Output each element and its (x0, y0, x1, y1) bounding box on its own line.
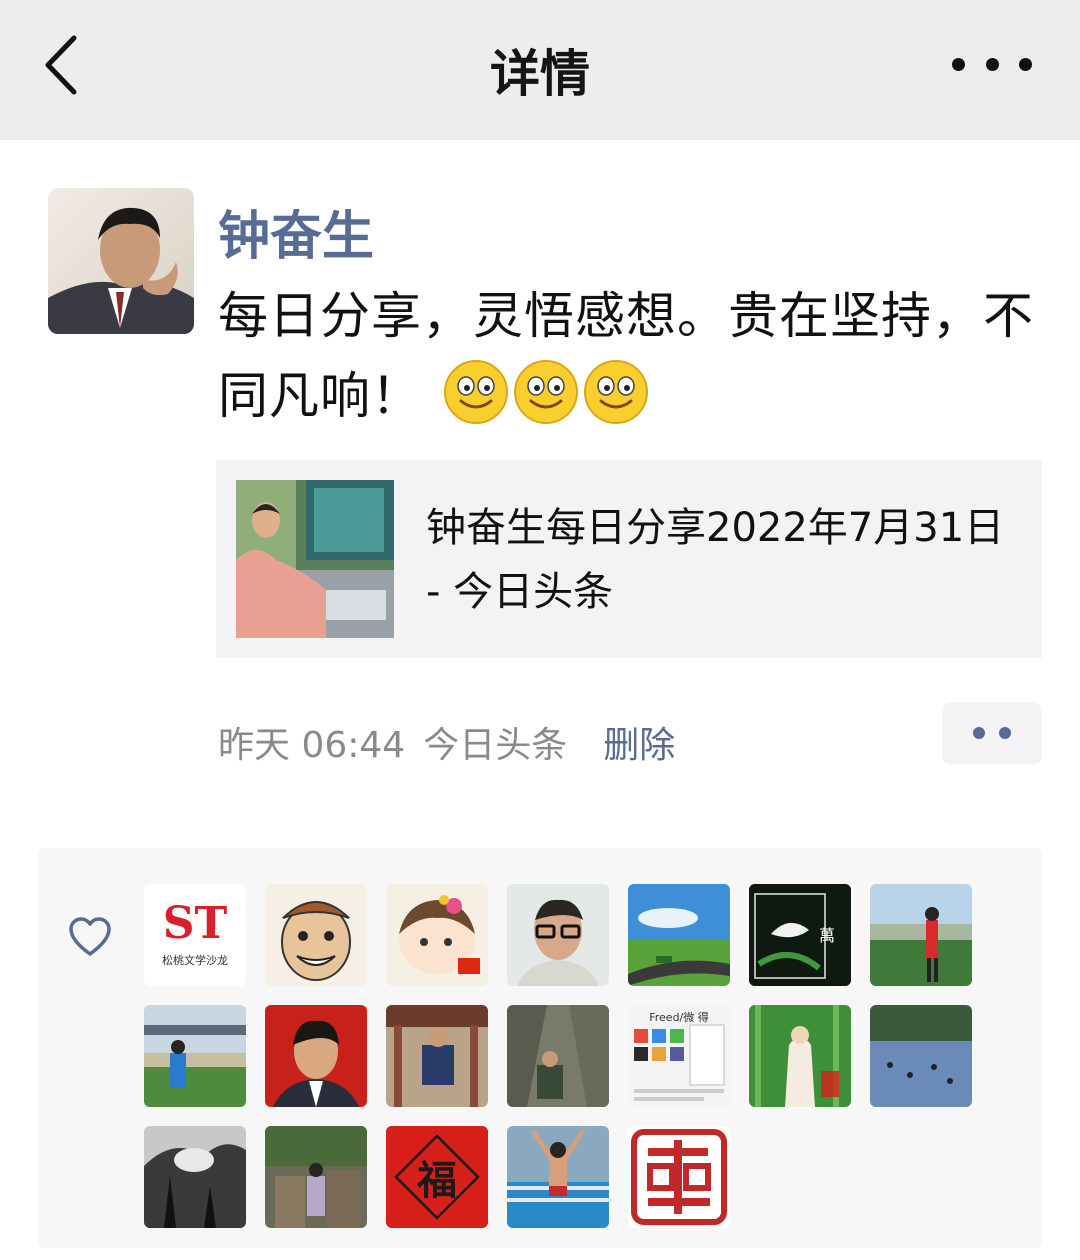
post-source: 今日头条 (423, 725, 568, 766)
top-bar: 详情 (0, 0, 1080, 140)
link-title: 钟奋生每日分享2022年7月31日 - 今日头条 (426, 505, 1005, 615)
liker-avatar[interactable] (870, 1005, 972, 1107)
liker-avatar[interactable] (386, 1005, 488, 1107)
liker-avatar[interactable] (507, 884, 609, 986)
liker-avatar[interactable] (265, 884, 367, 986)
liker-avatar-grid: ST 松桃文学沙龙 萬 Freed/微 得 福 (144, 884, 994, 1228)
liker-avatar[interactable] (870, 884, 972, 986)
liker-logo-text: ST (162, 898, 228, 949)
author-avatar[interactable] (48, 188, 194, 334)
post-time: 昨天 06:44 (218, 725, 406, 766)
liker-avatar[interactable] (507, 1005, 609, 1107)
shared-link-card[interactable]: 钟奋生每日分享2022年7月31日 - 今日头条 (216, 460, 1042, 658)
dots-icon (973, 727, 985, 739)
post-text: 每日分享，灵悟感想。贵在坚持，不同凡响！ (218, 276, 1048, 436)
page-title: 详情 (490, 45, 590, 103)
liker-fu-text: 福 (417, 1157, 457, 1204)
liker-avatar[interactable] (507, 1126, 609, 1228)
liker-avatar[interactable]: 萬 (749, 884, 851, 986)
liker-logo-caption: 松桃文学沙龙 (162, 954, 228, 967)
heart-icon (69, 917, 111, 956)
liker-avatar[interactable] (386, 884, 488, 986)
more-dots-icon (952, 57, 965, 71)
liker-avatar[interactable]: ST 松桃文学沙龙 (144, 884, 246, 986)
liker-avatar[interactable] (265, 1005, 367, 1107)
liker-avatar[interactable] (144, 1126, 246, 1228)
likes-panel: ST 松桃文学沙龙 萬 Freed/微 得 福 (38, 848, 1042, 1248)
smile-emoji-icon (443, 360, 508, 424)
liker-avatar[interactable] (628, 884, 730, 986)
more-button[interactable] (952, 42, 1032, 86)
delete-button[interactable]: 删除 (603, 716, 675, 768)
liker-avatar[interactable] (265, 1126, 367, 1228)
liker-screenshot-text: Freed/微 得 (649, 1011, 709, 1024)
smile-emoji-icon (583, 360, 648, 424)
author-name[interactable]: 钟奋生 (218, 194, 374, 269)
smile-emoji-icon (513, 360, 578, 424)
link-thumbnail (236, 480, 394, 638)
liker-avatar[interactable] (144, 1005, 246, 1107)
liker-avatar[interactable] (628, 1126, 730, 1228)
like-comment-button[interactable] (942, 702, 1042, 764)
liker-avatar[interactable] (749, 1005, 851, 1107)
liker-avatar[interactable]: Freed/微 得 (628, 1005, 730, 1107)
liker-avatar[interactable]: 福 (386, 1126, 488, 1228)
post-meta: 昨天 06:44 今日头条 删除 (218, 716, 675, 768)
liker-fish-text: 萬 (819, 926, 836, 945)
